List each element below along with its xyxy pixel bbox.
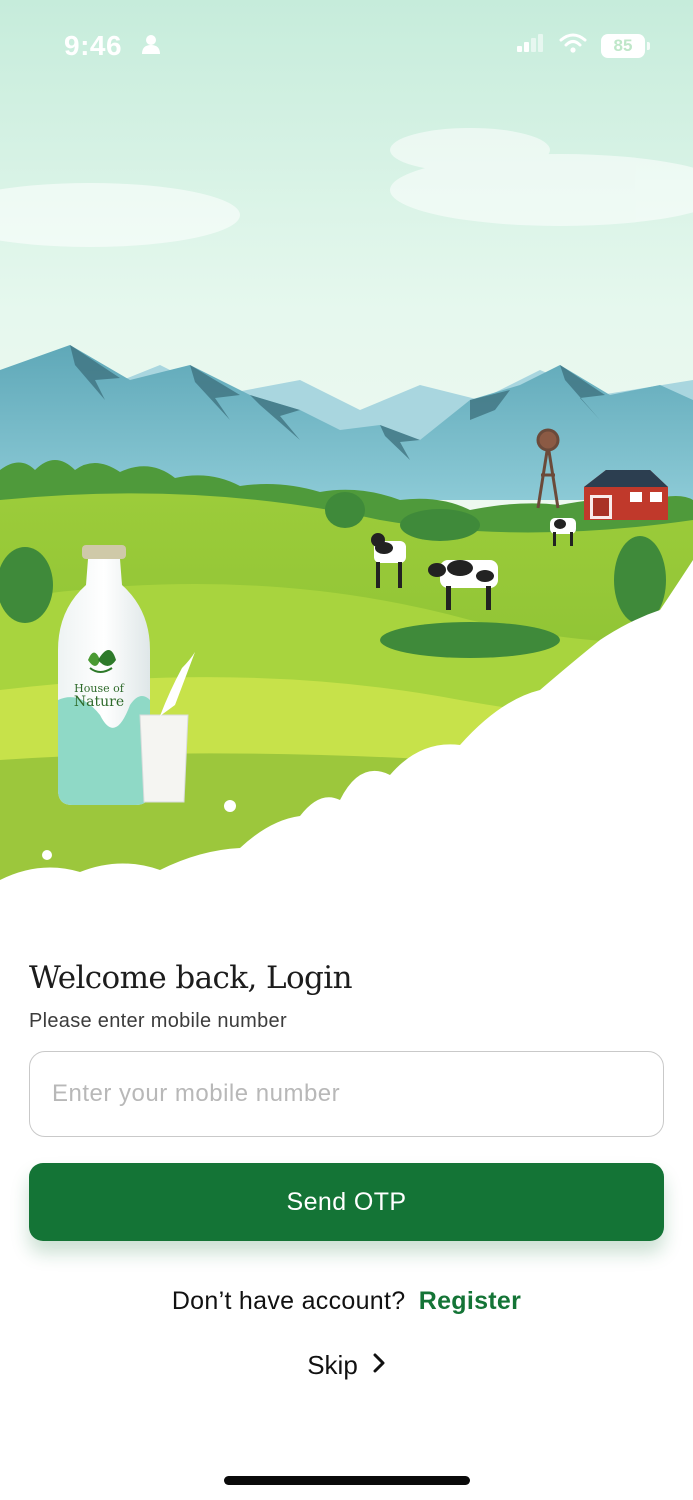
status-indicators: 85 — [517, 33, 650, 58]
no-account-text: Don’t have account? — [171, 1287, 406, 1315]
skip-label: Skip — [307, 1350, 358, 1380]
mobile-number-input[interactable] — [29, 1051, 664, 1137]
person-icon — [142, 34, 160, 59]
home-indicator — [224, 1476, 470, 1485]
skip-button[interactable]: Skip — [287, 1350, 407, 1381]
battery-indicator: 85 — [601, 33, 650, 58]
status-time: 9:46 — [64, 30, 123, 61]
brand-name-line2: Nature — [74, 694, 124, 710]
mobile-prompt: Please enter mobile number — [29, 1010, 287, 1032]
hero-illustration: House of Nature — [0, 0, 693, 900]
status-bar: 9:46 85 — [0, 0, 693, 92]
register-prompt: Don’t have account? Register — [29, 1287, 664, 1316]
register-link[interactable]: Register — [419, 1287, 521, 1315]
chevron-right-icon — [372, 1350, 386, 1381]
wifi-icon — [559, 33, 587, 58]
signal-icon — [517, 34, 545, 57]
login-form: Welcome back, Login Please enter mobile … — [29, 960, 664, 1381]
page-title: Welcome back, Login — [29, 960, 353, 996]
send-otp-button[interactable]: Send OTP — [29, 1163, 664, 1241]
barn — [584, 470, 668, 520]
